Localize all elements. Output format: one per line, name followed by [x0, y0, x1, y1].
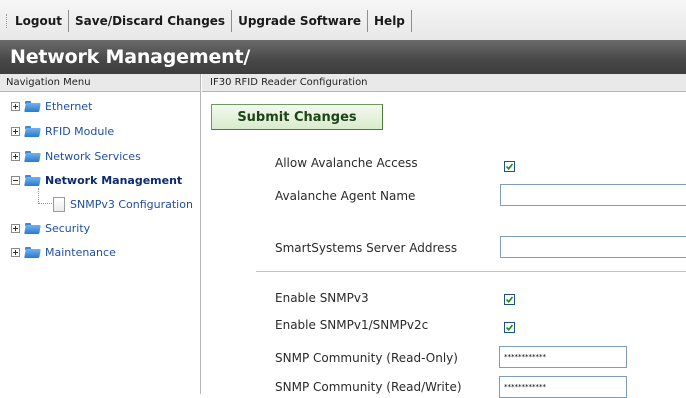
- nav-item-label[interactable]: Maintenance: [45, 246, 116, 259]
- nav-item-security[interactable]: Security: [11, 218, 90, 238]
- expand-plus-icon[interactable]: [11, 126, 20, 136]
- folder-icon: [25, 100, 40, 112]
- checkmark-icon: [506, 296, 513, 303]
- checkmark-icon: [506, 324, 513, 331]
- snmp-community-read-only-input[interactable]: ************: [499, 346, 627, 368]
- nav-item-label[interactable]: RFID Module: [45, 125, 114, 138]
- allow-avalanche-checkbox[interactable]: [504, 161, 515, 172]
- title-bar: Network Management/: [0, 40, 686, 74]
- folder-icon: [25, 125, 40, 137]
- nav-item-network-management[interactable]: Network Management: [11, 170, 182, 190]
- smartsystems-server-address-label: SmartSystems Server Address: [275, 241, 458, 255]
- save-discard-changes-button[interactable]: Save/Discard Changes: [69, 10, 233, 32]
- avalanche-agent-name-input[interactable]: [500, 184, 686, 206]
- snmp-community-read-only-label: SNMP Community (Read-Only): [275, 351, 458, 365]
- nav-item-maintenance[interactable]: Maintenance: [11, 242, 116, 262]
- folder-icon: [25, 222, 40, 234]
- nav-item-snmpv3-configuration[interactable]: SNMPv3 Configuration: [53, 194, 193, 214]
- navigation-menu-header: Navigation Menu: [0, 74, 201, 92]
- config-panel-header: IF30 RFID Reader Configuration: [202, 74, 686, 92]
- page-title: Network Management/: [10, 46, 251, 68]
- tree-connector-horizontal: [38, 203, 52, 204]
- upgrade-software-button[interactable]: Upgrade Software: [232, 10, 369, 32]
- enable-snmpv3-checkbox[interactable]: [504, 294, 515, 305]
- collapse-minus-icon[interactable]: [11, 175, 20, 185]
- allow-avalanche-label: Allow Avalanche Access: [275, 156, 418, 170]
- nav-item-label[interactable]: Security: [45, 222, 90, 235]
- expand-plus-icon[interactable]: [11, 101, 20, 111]
- folder-open-icon: [25, 174, 40, 186]
- section-divider: [256, 271, 686, 272]
- nav-item-label[interactable]: Ethernet: [45, 100, 92, 113]
- nav-item-rfid-module[interactable]: RFID Module: [11, 121, 114, 141]
- help-button[interactable]: Help: [368, 10, 412, 32]
- folder-icon: [25, 150, 40, 162]
- snmp-community-read-write-label: SNMP Community (Read/Write): [275, 380, 462, 394]
- navigation-tree: Ethernet RFID Module Network Services Ne…: [0, 92, 201, 394]
- logout-button[interactable]: Logout: [9, 10, 70, 32]
- avalanche-agent-name-label: Avalanche Agent Name: [275, 189, 416, 203]
- nav-item-network-services[interactable]: Network Services: [11, 146, 141, 166]
- tree-connector-vertical: [38, 188, 39, 204]
- toolbar-buttons: Logout Save/Discard Changes Upgrade Soft…: [9, 10, 412, 32]
- folder-icon: [25, 246, 40, 258]
- config-panel: Submit Changes Allow Avalanche Access Av…: [202, 92, 686, 398]
- enable-snmpv3-label: Enable SNMPv3: [275, 291, 369, 305]
- nav-item-label[interactable]: Network Management: [45, 174, 182, 187]
- nav-item-label[interactable]: Network Services: [45, 150, 141, 163]
- smartsystems-server-address-input[interactable]: [500, 236, 686, 258]
- nav-item-ethernet[interactable]: Ethernet: [11, 96, 92, 116]
- top-toolbar: Logout Save/Discard Changes Upgrade Soft…: [0, 0, 686, 40]
- expand-plus-icon[interactable]: [11, 223, 20, 233]
- enable-snmpv1-label: Enable SNMPv1/SNMPv2c: [275, 318, 429, 332]
- submit-changes-button[interactable]: Submit Changes: [211, 104, 383, 130]
- page-icon: [53, 196, 65, 212]
- nav-item-label[interactable]: SNMPv3 Configuration: [70, 198, 193, 211]
- expand-plus-icon[interactable]: [11, 151, 20, 161]
- expand-plus-icon[interactable]: [11, 247, 20, 257]
- enable-snmpv1-checkbox[interactable]: [504, 322, 515, 333]
- checkmark-icon: [506, 163, 513, 170]
- snmp-community-read-write-input[interactable]: ************: [499, 376, 627, 398]
